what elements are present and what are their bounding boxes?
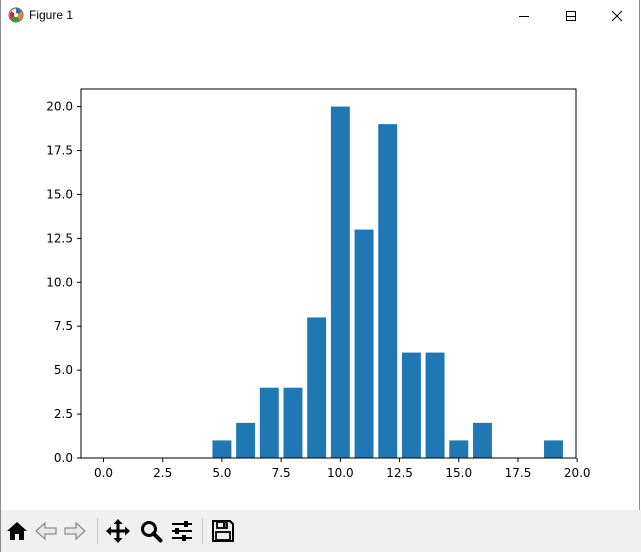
- bar: [330, 106, 350, 459]
- bar: [544, 440, 563, 458]
- bar: [449, 440, 469, 458]
- floppy-disk-icon: [212, 520, 234, 542]
- bar: [401, 352, 421, 458]
- x-tick-label: 2.5: [153, 466, 172, 480]
- arrow-left-icon: [35, 521, 57, 541]
- minimize-icon: [519, 15, 529, 17]
- back-button[interactable]: [32, 516, 60, 546]
- bar: [236, 422, 256, 458]
- move-icon: [106, 519, 130, 543]
- x-tick-label: 15.0: [445, 466, 472, 480]
- bar: [378, 124, 398, 459]
- arrow-right-icon: [64, 521, 86, 541]
- home-button[interactable]: [3, 516, 31, 546]
- y-tick-label: 0.0: [54, 451, 73, 465]
- forward-button[interactable]: [61, 516, 89, 546]
- x-tick-label: 0.0: [94, 466, 113, 480]
- y-tick-label: 15.0: [46, 187, 73, 201]
- zoom-button[interactable]: [137, 516, 165, 546]
- x-tick-label: 17.5: [505, 466, 532, 480]
- matplotlib-logo-icon: [8, 7, 24, 23]
- bar: [354, 229, 374, 458]
- close-icon: [611, 10, 623, 21]
- title-bar[interactable]: Figure 1: [1, 0, 639, 31]
- toolbar-separator: [97, 518, 98, 544]
- close-button[interactable]: [594, 0, 640, 31]
- y-tick-label: 5.0: [54, 363, 73, 377]
- bar: [259, 387, 279, 458]
- y-tick-label: 20.0: [46, 100, 73, 114]
- home-icon: [7, 522, 27, 540]
- navigation-toolbar: [1, 510, 641, 552]
- axes-frame: [80, 88, 577, 459]
- bar: [472, 422, 492, 458]
- x-tick-label: 7.5: [272, 466, 291, 480]
- bar: [307, 317, 327, 458]
- configure-subplots-button[interactable]: [168, 516, 196, 546]
- toolbar-separator: [202, 518, 203, 544]
- magnifier-icon: [141, 521, 163, 543]
- x-tick-label: 5.0: [212, 466, 231, 480]
- plot-canvas[interactable]: 0.0 2.5 5.0 7.5 10.0 12.5 15.0 17.5 20.0 0.0 2.5 5…: [1, 31, 641, 510]
- x-tick-label: 12.5: [386, 466, 413, 480]
- figure-window: Figure 1 0.0 2.5 5.0 7.5 10.0 12.5 15.0 …: [0, 0, 641, 552]
- bar: [212, 440, 232, 458]
- pan-button[interactable]: [104, 516, 132, 546]
- maximize-icon: [566, 10, 576, 21]
- bar: [425, 352, 445, 458]
- sliders-icon: [172, 521, 192, 541]
- window-title: Figure 1: [29, 8, 74, 22]
- minimize-button-hit[interactable]: [501, 0, 547, 31]
- x-tick-label: 10.0: [327, 466, 354, 480]
- y-tick-label: 2.5: [54, 407, 73, 421]
- bar-chart: 0.0 2.5 5.0 7.5 10.0 12.5 15.0 17.5 20.0 0.0 2.5 5…: [46, 88, 591, 480]
- y-tick-label: 7.5: [54, 319, 73, 333]
- maximize-button[interactable]: [548, 0, 594, 31]
- x-tick-label: 20.0: [564, 466, 591, 480]
- y-tick-label: 17.5: [46, 144, 73, 158]
- save-button[interactable]: [209, 516, 237, 546]
- y-tick-label: 10.0: [46, 275, 73, 289]
- bar: [283, 387, 303, 458]
- y-tick-label: 12.5: [46, 231, 73, 245]
